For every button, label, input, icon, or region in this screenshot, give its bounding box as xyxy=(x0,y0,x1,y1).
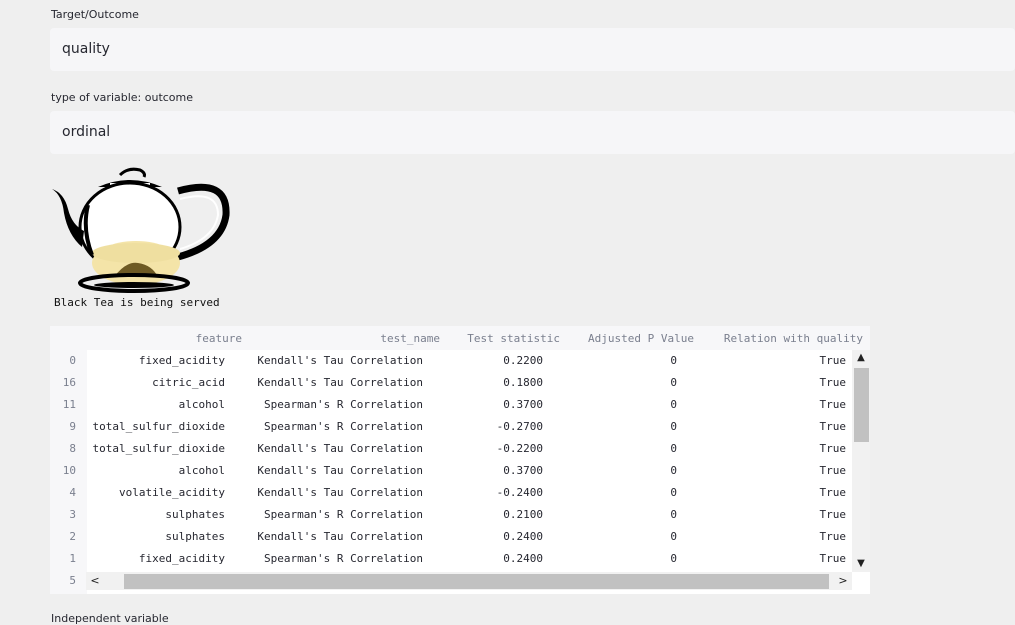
cell-test-name: Kendall's Tau Correlation xyxy=(257,464,423,477)
row-index: 11 xyxy=(62,398,76,411)
results-dataframe[interactable]: feature test_name Test statistic Adjuste… xyxy=(50,326,870,594)
cell-test-name: Kendall's Tau Correlation xyxy=(257,376,423,389)
cell-adjusted-p-value: 0 xyxy=(670,398,677,411)
cell-adjusted-p-value: 0 xyxy=(670,376,677,389)
cell-relation: True xyxy=(819,464,847,477)
cell-test-name: Kendall's Tau Correlation xyxy=(257,486,423,499)
cell-relation: True xyxy=(819,552,847,565)
cell-test-statistic: 0.2200 xyxy=(503,354,543,367)
cell-feature: total_sulfur_dioxide xyxy=(92,420,225,433)
table-row[interactable]: 10 alcohol Kendall's Tau Correlation 0.3700… xyxy=(50,460,870,482)
table-row[interactable]: 3 sulphates Spearman's R Correlation 0.2100… xyxy=(50,504,870,526)
cell-adjusted-p-value: 0 xyxy=(670,354,677,367)
cell-feature: alcohol xyxy=(178,464,225,477)
horizontal-scrollbar[interactable]: < > xyxy=(86,572,852,590)
horizontal-scroll-thumb[interactable] xyxy=(124,574,829,589)
cell-adjusted-p-value: 0 xyxy=(670,552,677,565)
scroll-up-icon[interactable]: ▲ xyxy=(852,350,870,366)
cell-test-name: Spearman's R Correlation xyxy=(264,552,423,565)
cell-relation: True xyxy=(819,508,847,521)
table-row[interactable]: 1 fixed_acidity Spearman's R Correlation 0.… xyxy=(50,548,870,570)
cell-relation: True xyxy=(819,530,847,543)
row-index: 16 xyxy=(62,376,76,389)
row-index: 8 xyxy=(69,442,76,455)
row-index: 1 xyxy=(69,552,76,565)
table-row[interactable]: 9 total_sulfur_dioxide Spearman's R Correl… xyxy=(50,416,870,438)
cell-test-name: Spearman's R Correlation xyxy=(264,420,423,433)
row-index: 0 xyxy=(69,354,76,367)
cell-test-name: Kendall's Tau Correlation xyxy=(257,354,423,367)
vertical-scrollbar[interactable]: ▲ ▼ xyxy=(852,350,870,572)
table-row[interactable]: 2 sulphates Kendall's Tau Correlation 0.240… xyxy=(50,526,870,548)
cell-test-statistic: 0.2100 xyxy=(503,508,543,521)
cell-adjusted-p-value: 0 xyxy=(670,530,677,543)
cell-feature: sulphates xyxy=(165,508,225,521)
variable-type-label: type of variable: outcome xyxy=(51,91,194,104)
table-row[interactable]: 0 fixed_acidity Kendall's Tau Correlation 0… xyxy=(50,350,870,372)
cell-test-statistic: -0.2700 xyxy=(496,420,543,433)
cell-feature: fixed_acidity xyxy=(138,552,225,565)
scroll-right-icon[interactable]: > xyxy=(834,572,852,590)
cell-test-statistic: 0.2400 xyxy=(503,530,543,543)
vertical-scroll-thumb[interactable] xyxy=(854,368,869,442)
cell-feature: citric_acid xyxy=(152,376,225,389)
cell-feature: volatile_acidity xyxy=(119,486,225,499)
cell-test-statistic: 0.3700 xyxy=(503,398,543,411)
cell-adjusted-p-value: 0 xyxy=(670,508,677,521)
row-index: 2 xyxy=(69,530,76,543)
cell-relation: True xyxy=(819,398,847,411)
row-index: 9 xyxy=(69,420,76,433)
cell-test-name: Kendall's Tau Correlation xyxy=(257,530,423,543)
target-label: Target/Outcome xyxy=(51,8,139,21)
row-index: 10 xyxy=(62,464,76,477)
image-caption: Black Tea is being served xyxy=(54,296,220,309)
cell-feature: sulphates xyxy=(165,530,225,543)
row-index: 3 xyxy=(69,508,76,521)
scroll-left-icon[interactable]: < xyxy=(86,572,104,590)
column-header-adjusted-p-value[interactable]: Adjusted P Value xyxy=(588,332,694,345)
cell-relation: True xyxy=(819,376,847,389)
cell-test-statistic: 0.1800 xyxy=(503,376,543,389)
cell-adjusted-p-value: 0 xyxy=(670,420,677,433)
cell-test-statistic: -0.2400 xyxy=(496,486,543,499)
column-header-relation[interactable]: Relation with quality xyxy=(724,332,863,345)
cell-adjusted-p-value: 0 xyxy=(670,486,677,499)
column-header-feature[interactable]: feature xyxy=(196,332,242,345)
table-row[interactable]: 16 citric_acid Kendall's Tau Correlation 0.… xyxy=(50,372,870,394)
scroll-down-icon[interactable]: ▼ xyxy=(852,556,870,572)
table-row[interactable]: 11 alcohol Spearman's R Correlation 0.3700 0… xyxy=(50,394,870,416)
row-index: 4 xyxy=(69,486,76,499)
cell-relation: True xyxy=(819,442,847,455)
cell-relation: True xyxy=(819,354,847,367)
cell-relation: True xyxy=(819,420,847,433)
table-header: feature test_name Test statistic Adjuste… xyxy=(50,326,870,350)
table-row[interactable]: 4 volatile_acidity Kendall's Tau Correlati… xyxy=(50,482,870,504)
cell-test-statistic: 0.3700 xyxy=(503,464,543,477)
column-header-test-statistic[interactable]: Test statistic xyxy=(467,332,560,345)
cell-test-name: Kendall's Tau Correlation xyxy=(257,442,423,455)
teapot-icon xyxy=(52,167,230,293)
cell-feature: total_sulfur_dioxide xyxy=(92,442,225,455)
target-select[interactable]: quality xyxy=(50,28,1015,71)
cell-feature: fixed_acidity xyxy=(138,354,225,367)
row-index: 5 xyxy=(69,574,76,587)
variable-type-select[interactable]: ordinal xyxy=(50,111,1015,154)
independent-variable-label: Independent variable xyxy=(51,612,169,625)
cell-test-statistic: -0.2200 xyxy=(496,442,543,455)
cell-test-name: Spearman's R Correlation xyxy=(264,508,423,521)
cell-feature: alcohol xyxy=(178,398,225,411)
cell-adjusted-p-value: 0 xyxy=(670,442,677,455)
cell-test-statistic: 0.2400 xyxy=(503,552,543,565)
cell-adjusted-p-value: 0 xyxy=(670,464,677,477)
cell-relation: True xyxy=(819,486,847,499)
cell-test-name: Spearman's R Correlation xyxy=(264,398,423,411)
column-header-test-name[interactable]: test_name xyxy=(380,332,440,345)
table-row[interactable]: 8 total_sulfur_dioxide Kendall's Tau Corre… xyxy=(50,438,870,460)
